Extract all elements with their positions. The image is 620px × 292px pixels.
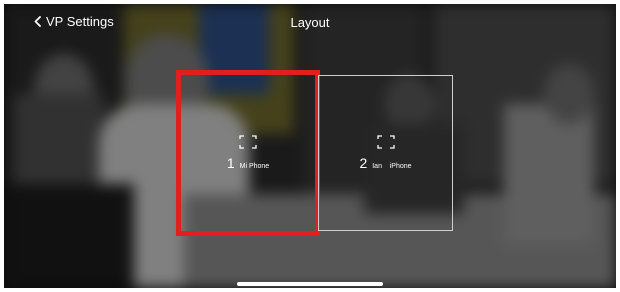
tile-label: 1 Mi Phone bbox=[227, 155, 269, 171]
tile-number: 2 bbox=[359, 155, 368, 171]
tile-device-name: Ian iPhone bbox=[372, 163, 412, 170]
navigation-bar: VP Settings Layout bbox=[4, 4, 616, 40]
expand-icon bbox=[376, 135, 395, 149]
page-title: Layout bbox=[290, 15, 330, 30]
tile-device-name: Mi Phone bbox=[239, 163, 270, 170]
home-indicator bbox=[237, 282, 383, 286]
layout-tile-2[interactable]: 2 Ian iPhone bbox=[318, 75, 453, 231]
layout-tile-1[interactable]: 1 Mi Phone bbox=[176, 70, 320, 236]
expand-icon bbox=[239, 135, 257, 149]
tile-label: 2 Ian iPhone bbox=[359, 155, 411, 171]
tile-number: 1 bbox=[226, 155, 235, 171]
